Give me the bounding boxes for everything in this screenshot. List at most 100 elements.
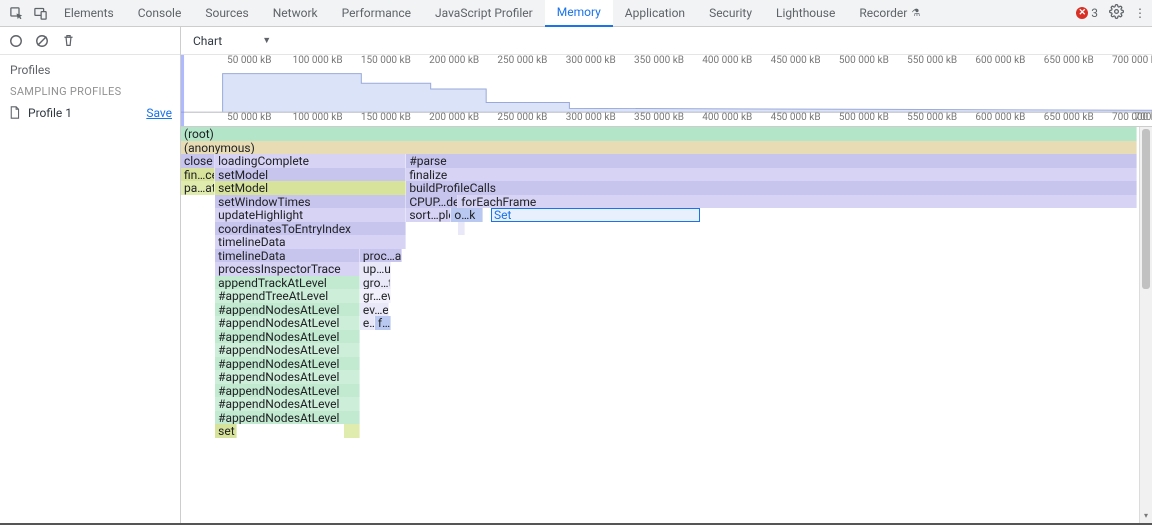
- flame-cell[interactable]: #appendNodesAtLevel: [215, 397, 360, 411]
- error-counter[interactable]: ✕ 3: [1076, 6, 1098, 20]
- flame-cell[interactable]: fin…ce: [181, 168, 215, 182]
- tab-javascript-profiler[interactable]: JavaScript Profiler: [423, 0, 545, 27]
- settings-icon[interactable]: [1104, 4, 1128, 22]
- device-toolbar-icon[interactable]: [28, 0, 52, 27]
- flame-cell[interactable]: timelineData: [215, 235, 406, 249]
- tab-performance[interactable]: Performance: [330, 0, 423, 27]
- devtools-tabstrip: ElementsConsoleSourcesNetworkPerformance…: [0, 0, 1152, 27]
- ruler-tick: 350 000 kB: [634, 112, 684, 123]
- ruler-tick: 700 0: [1135, 112, 1152, 123]
- flame-cell[interactable]: (anonymous): [181, 141, 1137, 155]
- flame-cell[interactable]: updateHighlight: [215, 208, 406, 222]
- tab-lighthouse[interactable]: Lighthouse: [764, 0, 847, 27]
- flame-cell[interactable]: #appendNodesAtLevel: [215, 357, 360, 371]
- ruler-tick: 450 000 kB: [771, 112, 821, 123]
- flame-cell[interactable]: ev…ew: [360, 303, 389, 317]
- tab-elements[interactable]: Elements: [52, 0, 126, 27]
- scroll-down-icon[interactable]: ▾: [1140, 511, 1152, 523]
- tab-application[interactable]: Application: [613, 0, 697, 27]
- flame-cell[interactable]: e…: [360, 316, 375, 330]
- profile-item[interactable]: Profile 1 Save: [0, 102, 180, 124]
- overview-strip[interactable]: 50 000 kB 100 000 kB 150 000 kB 200 000 kB 2…: [181, 55, 1152, 127]
- sidebar-toolbar: [0, 27, 180, 55]
- view-mode-select[interactable]: Chart ▼: [187, 32, 277, 50]
- flame-cell[interactable]: gro…ts: [360, 276, 391, 290]
- ruler-tick: 550 000 kB: [907, 112, 957, 123]
- profile-name: Profile 1: [28, 106, 140, 120]
- flame-cell[interactable]: sort…ples: [406, 208, 451, 222]
- ruler-tick: 600 000 kB: [975, 112, 1025, 123]
- flame-cell[interactable]: #appendNodesAtLevel: [215, 330, 360, 344]
- ruler-tick: 650 000 kB: [1044, 112, 1094, 123]
- flame-cell[interactable]: #appendNodesAtLevel: [215, 370, 360, 384]
- ruler-tick: 200 000 kB: [429, 112, 479, 123]
- inspect-element-icon[interactable]: [4, 0, 28, 27]
- flame-cell[interactable]: #appendNodesAtLevel: [215, 411, 360, 425]
- tab-console[interactable]: Console: [126, 0, 194, 27]
- save-link[interactable]: Save: [146, 106, 172, 120]
- flame-cell[interactable]: proc…ata: [360, 249, 402, 263]
- flame-cell[interactable]: gr…ew: [360, 289, 391, 303]
- clear-icon[interactable]: [34, 33, 50, 49]
- ruler-tick: 500 000 kB: [839, 112, 889, 123]
- record-icon[interactable]: [8, 33, 24, 49]
- ruler-tick: 50 000 kB: [227, 112, 271, 123]
- flame-cell[interactable]: (root): [181, 127, 1137, 141]
- flame-cell[interactable]: #appendNodesAtLevel: [215, 316, 360, 330]
- flame-cell[interactable]: f…r: [375, 316, 391, 330]
- flame-cell[interactable]: Set: [491, 208, 700, 222]
- error-count: 3: [1091, 6, 1098, 20]
- flame-chart[interactable]: (root)(anonymous)closeloadingComplete#pa…: [181, 127, 1152, 523]
- ruler-tick: 250 000 kB: [497, 112, 547, 123]
- flame-cell[interactable]: [344, 424, 360, 438]
- ruler-tick: 400 000 kB: [702, 112, 752, 123]
- tab-security[interactable]: Security: [697, 0, 764, 27]
- flame-cell[interactable]: loadingComplete: [215, 154, 406, 168]
- flame-cell[interactable]: setModel: [215, 168, 406, 182]
- flame-cell[interactable]: buildProfileCalls: [406, 181, 1137, 195]
- flask-icon: ⚗: [911, 8, 920, 19]
- tab-memory[interactable]: Memory: [545, 0, 613, 27]
- flame-cell[interactable]: [458, 222, 465, 236]
- flame-cell[interactable]: #appendNodesAtLevel: [215, 343, 360, 357]
- flame-cell[interactable]: forEachFrame: [458, 195, 1137, 209]
- ruler-tick: 300 000 kB: [566, 112, 616, 123]
- tab-recorder[interactable]: Recorder⚗: [847, 0, 932, 27]
- flame-cell[interactable]: #appendNodesAtLevel: [215, 384, 360, 398]
- flame-cell[interactable]: pa…at: [181, 181, 215, 195]
- flame-cell[interactable]: finalize: [406, 168, 1137, 182]
- delete-icon[interactable]: [60, 33, 76, 49]
- flame-cell[interactable]: close: [181, 154, 215, 168]
- ruler-tick: 150 000 kB: [361, 112, 411, 123]
- flame-cell[interactable]: o…k: [451, 208, 482, 222]
- view-mode-value: Chart: [193, 34, 222, 48]
- flame-cell[interactable]: setWindowTimes: [215, 195, 406, 209]
- scrollbar-thumb[interactable]: [1142, 129, 1150, 289]
- flame-cell[interactable]: setModel: [215, 181, 406, 195]
- flame-cell[interactable]: #appendNodesAtLevel: [215, 303, 360, 317]
- main-panel: Chart ▼ 50 000 kB 100 000 kB 150 000 kB 200…: [181, 27, 1152, 523]
- flame-cell[interactable]: timelineData: [215, 249, 360, 263]
- ruler-bottom: 50 000 kB 100 000 kB 150 000 kB 200 000 kB 2…: [181, 112, 1152, 126]
- more-menu-icon[interactable]: ⋮: [1128, 6, 1152, 20]
- profiles-heading: Profiles: [0, 55, 180, 81]
- flame-cell[interactable]: #appendTreeAtLevel: [215, 289, 360, 303]
- flame-cell[interactable]: appendTrackAtLevel: [215, 276, 360, 290]
- flame-cell[interactable]: CPUP…del: [406, 195, 458, 209]
- tab-network[interactable]: Network: [261, 0, 330, 27]
- flame-cell[interactable]: set: [215, 424, 237, 438]
- tab-sources[interactable]: Sources: [193, 0, 260, 27]
- profiles-sidebar: Profiles SAMPLING PROFILES Profile 1 Sav…: [0, 27, 181, 523]
- ruler-tick: 100 000 kB: [293, 112, 343, 123]
- sampling-profiles-label: SAMPLING PROFILES: [0, 81, 180, 102]
- workbench: Profiles SAMPLING PROFILES Profile 1 Sav…: [0, 27, 1152, 525]
- main-toolbar: Chart ▼: [181, 27, 1152, 55]
- flame-cell[interactable]: up…up: [360, 262, 391, 276]
- document-icon: [8, 106, 22, 120]
- flame-cell[interactable]: #parse: [406, 154, 1137, 168]
- vertical-scrollbar[interactable]: ▾: [1139, 127, 1152, 523]
- chevron-down-icon: ▼: [262, 35, 271, 46]
- flame-cell[interactable]: processInspectorTrace: [215, 262, 360, 276]
- error-icon: ✕: [1076, 7, 1088, 19]
- flame-cell[interactable]: coordinatesToEntryIndex: [215, 222, 406, 236]
